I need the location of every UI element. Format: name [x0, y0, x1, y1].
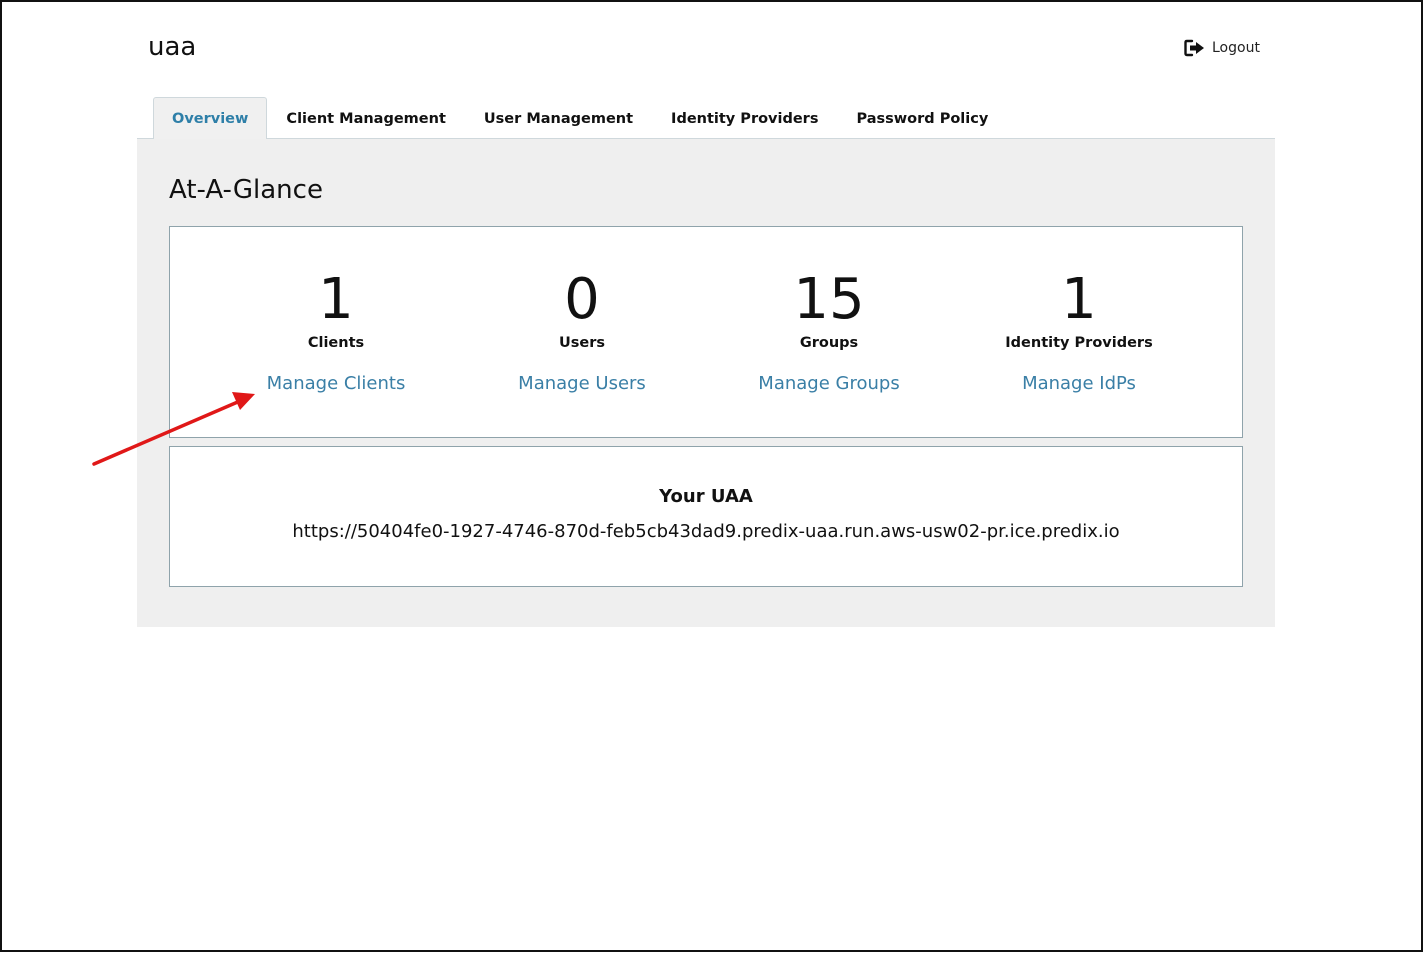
users-count: 0 — [564, 267, 600, 332]
logout-label: Logout — [1212, 40, 1260, 56]
stat-clients: 1 Clients Manage Clients — [206, 267, 466, 394]
stat-groups: 15 Groups Manage Groups — [699, 267, 959, 394]
your-uaa-title: Your UAA — [659, 486, 753, 507]
app-title: uaa — [148, 32, 197, 62]
clients-label: Clients — [307, 335, 365, 351]
idp-count: 1 — [1061, 267, 1097, 332]
clients-count: 1 — [318, 267, 354, 332]
idp-label: Identity Providers — [1005, 335, 1153, 351]
stat-identity-providers: 1 Identity Providers Manage IdPs — [949, 267, 1209, 394]
users-label: Users — [558, 335, 606, 351]
tab-identity-providers[interactable]: Identity Providers — [652, 97, 837, 139]
sign-out-icon — [1184, 39, 1206, 57]
manage-clients-link[interactable]: Manage Clients — [267, 373, 406, 394]
logout-button[interactable]: Logout — [1184, 39, 1260, 57]
manage-idps-link[interactable]: Manage IdPs — [1022, 373, 1136, 394]
groups-count: 15 — [793, 267, 865, 332]
tab-password-policy[interactable]: Password Policy — [837, 97, 1007, 139]
browser-frame: uaa Logout Overview Client Management Us… — [0, 0, 1423, 952]
uaa-url: https://50404fe0-1927-4746-870d-feb5cb43… — [292, 521, 1120, 542]
tab-client-management[interactable]: Client Management — [267, 97, 464, 139]
tab-user-management[interactable]: User Management — [465, 97, 652, 139]
manage-groups-link[interactable]: Manage Groups — [758, 373, 899, 394]
page-title: At-A-Glance — [169, 175, 323, 205]
your-uaa-box: Your UAA https://50404fe0-1927-4746-870d… — [169, 446, 1243, 587]
tab-bar: Overview Client Management User Manageme… — [153, 97, 1007, 139]
at-a-glance-box: 1 Clients Manage Clients 0 Users Manage … — [169, 226, 1243, 438]
overview-panel: At-A-Glance 1 Clients Manage Clients 0 U… — [137, 139, 1275, 627]
manage-users-link[interactable]: Manage Users — [518, 373, 646, 394]
stat-users: 0 Users Manage Users — [452, 267, 712, 394]
tab-overview[interactable]: Overview — [153, 97, 268, 139]
groups-label: Groups — [799, 335, 859, 351]
